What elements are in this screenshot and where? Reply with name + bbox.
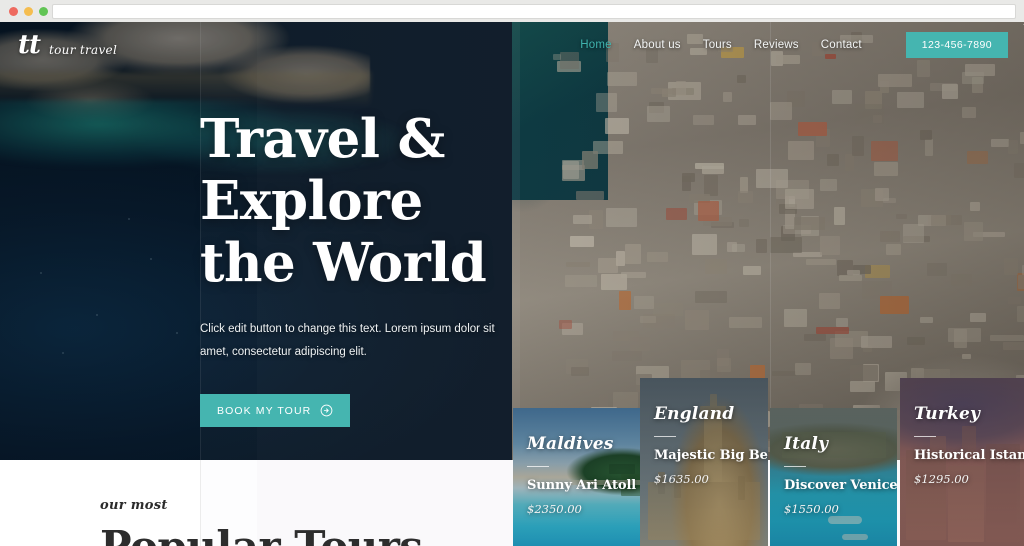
maximize-window-button[interactable] — [39, 6, 48, 16]
browser-window: tt tour travel Home About us Tours Revie… — [0, 0, 1024, 546]
address-bar[interactable] — [52, 3, 1016, 19]
site-logo[interactable]: tt tour travel — [18, 23, 1024, 60]
tour-card-england[interactable]: England Majestic Big Ben $1635.00 — [640, 378, 768, 546]
nav-item-home[interactable]: Home — [580, 39, 611, 51]
nav-item-reviews[interactable]: Reviews — [754, 39, 799, 51]
tour-card-price: $2350.00 — [527, 502, 582, 516]
hero-seam — [770, 22, 771, 460]
phone-number-button[interactable]: 123-456-7890 — [905, 32, 1008, 58]
tour-card-divider — [527, 466, 549, 467]
tour-card-divider — [914, 436, 936, 437]
tour-card-price: $1550.00 — [784, 502, 839, 516]
tour-card-name: Discover Venice — [784, 478, 897, 493]
tour-card-price: $1635.00 — [654, 472, 709, 486]
logo-monogram: tt — [18, 30, 41, 60]
window-controls — [0, 6, 48, 16]
hero-heading-line-2: the World — [200, 232, 487, 294]
hero-subtitle: Click edit button to change this text. L… — [200, 323, 495, 358]
tours-heading-group: our most Popular Tours — [100, 460, 423, 546]
minimize-window-button[interactable] — [24, 6, 33, 16]
tour-card-country: Italy — [784, 434, 829, 454]
tour-card-maldives[interactable]: Maldives Sunny Ari Atoll $2350.00 — [513, 408, 640, 546]
tour-card-name: Majestic Big Ben — [654, 448, 768, 463]
tour-card-country: Turkey — [914, 404, 981, 424]
tours-title: Popular Tours — [100, 522, 423, 546]
tour-card-name: Sunny Ari Atoll — [527, 478, 637, 493]
tour-card-italy[interactable]: Italy Discover Venice $1550.00 — [770, 408, 897, 546]
tour-card-divider — [654, 436, 676, 437]
hero-heading: Travel & Explore the World — [200, 108, 670, 294]
logo-wordmark: tour travel — [49, 43, 118, 57]
arrow-right-circle-icon — [320, 404, 333, 417]
hero-heading-line-1: Travel & Explore — [200, 108, 445, 232]
tours-eyebrow: our most — [100, 498, 168, 513]
nav-links: Home About us Tours Reviews Contact 123-… — [580, 32, 1024, 58]
tour-card-country: England — [654, 404, 735, 424]
nav-item-contact[interactable]: Contact — [821, 39, 862, 51]
tour-card-price: $1295.00 — [914, 472, 969, 486]
close-window-button[interactable] — [9, 6, 18, 16]
book-my-tour-label: BOOK MY TOUR — [217, 404, 312, 417]
tour-card-name: Historical Istanbul — [914, 448, 1024, 463]
tour-card-turkey[interactable]: Turkey Historical Istanbul $1295.00 — [900, 378, 1024, 546]
tour-card-divider — [784, 466, 806, 467]
nav-item-tours[interactable]: Tours — [703, 39, 732, 51]
nav-item-about-us[interactable]: About us — [634, 39, 681, 51]
tour-card-country: Maldives — [527, 434, 614, 454]
book-my-tour-button[interactable]: BOOK MY TOUR — [200, 394, 351, 427]
main-navigation: tt tour travel Home About us Tours Revie… — [0, 22, 1024, 68]
browser-chrome — [0, 0, 1024, 22]
